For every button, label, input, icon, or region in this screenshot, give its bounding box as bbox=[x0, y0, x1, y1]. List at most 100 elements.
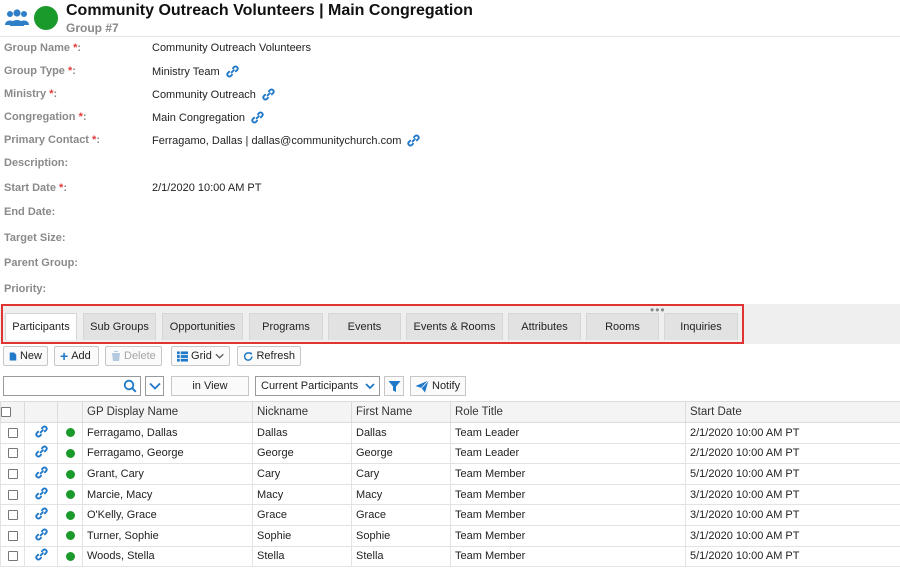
cell-start-date: 3/1/2020 10:00 AM PT bbox=[685, 504, 900, 526]
link-icon[interactable] bbox=[34, 466, 48, 479]
table-row[interactable]: Grant, Cary Cary Cary Team Member 5/1/2020 1… bbox=[0, 463, 900, 485]
row-checkbox[interactable] bbox=[7, 427, 18, 438]
in-view-button[interactable]: in View bbox=[171, 376, 249, 396]
start-date-value: 2/1/2020 10:00 AM PT bbox=[152, 182, 262, 194]
select-all-cell bbox=[0, 401, 25, 423]
column-header-nickname[interactable]: Nickname bbox=[252, 401, 352, 423]
row-link-cell bbox=[24, 463, 58, 485]
table-row[interactable]: Ferragamo, Dallas Dallas Dallas Team Leader… bbox=[0, 422, 900, 444]
row-checkbox[interactable] bbox=[7, 469, 18, 480]
status-dot bbox=[65, 490, 75, 500]
link-icon[interactable] bbox=[34, 487, 48, 500]
filter-icon bbox=[388, 380, 400, 392]
row-checkbox[interactable] bbox=[7, 551, 18, 562]
link-icon[interactable] bbox=[34, 425, 48, 438]
cell-first-name: Macy bbox=[351, 483, 451, 506]
column-header-start-date[interactable]: Start Date bbox=[685, 401, 900, 423]
add-button[interactable]: + Add bbox=[54, 346, 99, 366]
column-header-display-name[interactable]: GP Display Name bbox=[82, 401, 253, 423]
row-status-cell bbox=[57, 545, 83, 568]
cell-display-name: Ferragamo, Dallas bbox=[82, 422, 253, 444]
status-dot bbox=[65, 551, 75, 561]
new-button[interactable]: New bbox=[3, 346, 48, 366]
status-dot bbox=[65, 469, 75, 479]
search-options-dropdown[interactable] bbox=[145, 376, 164, 396]
cell-start-date: 3/1/2020 10:00 AM PT bbox=[685, 483, 900, 506]
cell-start-date: 2/1/2020 10:00 AM PT bbox=[685, 422, 900, 444]
status-dot bbox=[65, 510, 75, 520]
link-icon[interactable] bbox=[226, 65, 239, 78]
link-icon[interactable] bbox=[407, 134, 421, 147]
search-field[interactable] bbox=[3, 376, 141, 396]
row-status-cell bbox=[57, 442, 83, 465]
link-icon[interactable] bbox=[34, 548, 48, 561]
congregation-label: Congregation *: bbox=[4, 111, 87, 123]
status-dot bbox=[65, 428, 75, 438]
link-icon[interactable] bbox=[251, 111, 264, 124]
group-type-label: Group Type *: bbox=[4, 65, 76, 77]
grid-layout-button[interactable]: Grid bbox=[171, 346, 230, 366]
end-date-label: End Date: bbox=[4, 206, 56, 218]
cell-display-name: Woods, Stella bbox=[82, 545, 253, 568]
target-size-label: Target Size: bbox=[4, 232, 66, 244]
link-icon[interactable] bbox=[262, 88, 275, 101]
cell-start-date: 2/1/2020 10:00 AM PT bbox=[685, 442, 900, 465]
row-checkbox[interactable] bbox=[7, 448, 18, 459]
trash-icon bbox=[112, 351, 120, 361]
cell-first-name: Stella bbox=[351, 545, 451, 568]
cell-nickname: Dallas bbox=[252, 422, 352, 444]
cell-role-title: Team Member bbox=[450, 524, 686, 547]
link-icon[interactable] bbox=[34, 445, 48, 458]
cell-start-date: 3/1/2020 10:00 AM PT bbox=[685, 524, 900, 547]
row-select-cell bbox=[0, 545, 25, 568]
cell-role-title: Team Member bbox=[450, 504, 686, 526]
cell-nickname: Grace bbox=[252, 504, 352, 526]
cell-first-name: Sophie bbox=[351, 524, 451, 547]
table-row[interactable]: Ferragamo, George George George Team Leader… bbox=[0, 442, 900, 465]
grid-icon bbox=[177, 350, 189, 362]
cell-nickname: Stella bbox=[252, 545, 352, 568]
row-link-cell bbox=[24, 504, 58, 526]
chevron-down-icon bbox=[365, 383, 375, 390]
cell-start-date: 5/1/2020 10:00 AM PT bbox=[685, 463, 900, 485]
row-link-cell bbox=[24, 483, 58, 506]
ministry-label: Ministry *: bbox=[4, 88, 58, 100]
view-select[interactable]: Current Participants bbox=[255, 376, 380, 396]
row-checkbox[interactable] bbox=[7, 489, 18, 500]
search-icon[interactable] bbox=[123, 379, 137, 393]
chevron-down-icon bbox=[215, 353, 224, 359]
row-select-cell bbox=[0, 463, 25, 485]
congregation-value: Main Congregation bbox=[152, 111, 264, 124]
cell-role-title: Team Member bbox=[450, 463, 686, 485]
row-link-cell bbox=[24, 422, 58, 444]
cell-nickname: Cary bbox=[252, 463, 352, 485]
column-header-first-name[interactable]: First Name bbox=[351, 401, 451, 423]
cell-start-date: 5/1/2020 10:00 AM PT bbox=[685, 545, 900, 568]
search-input[interactable] bbox=[4, 377, 116, 395]
row-checkbox[interactable] bbox=[7, 530, 18, 541]
link-icon[interactable] bbox=[34, 528, 48, 541]
row-status-cell bbox=[57, 524, 83, 547]
notify-button[interactable]: Notify bbox=[410, 376, 466, 396]
start-date-label: Start Date *: bbox=[4, 182, 67, 194]
row-select-cell bbox=[0, 483, 25, 506]
cell-display-name: Marcie, Macy bbox=[82, 483, 253, 506]
cell-role-title: Team Leader bbox=[450, 442, 686, 465]
table-row[interactable]: O'Kelly, Grace Grace Grace Team Member 3/1/2… bbox=[0, 504, 900, 526]
column-header-role-title[interactable]: Role Title bbox=[450, 401, 686, 423]
link-icon[interactable] bbox=[34, 507, 48, 520]
cell-role-title: Team Leader bbox=[450, 422, 686, 444]
delete-button[interactable]: Delete bbox=[105, 346, 162, 366]
table-row[interactable]: Woods, Stella Stella Stella Team Member 5/1/… bbox=[0, 545, 900, 568]
select-all-checkbox[interactable] bbox=[1, 406, 11, 417]
cell-role-title: Team Member bbox=[450, 545, 686, 568]
table-row[interactable]: Marcie, Macy Macy Macy Team Member 3/1/2020 … bbox=[0, 483, 900, 506]
record-id: Group #7 bbox=[66, 21, 119, 35]
refresh-button[interactable]: Refresh bbox=[237, 346, 301, 366]
table-row[interactable]: Turner, Sophie Sophie Sophie Team Member 3/1… bbox=[0, 524, 900, 547]
plus-icon: + bbox=[60, 348, 69, 364]
status-column-header bbox=[57, 401, 83, 423]
row-checkbox[interactable] bbox=[7, 510, 18, 521]
filter-button[interactable] bbox=[384, 376, 404, 396]
parent-group-label: Parent Group: bbox=[4, 257, 78, 269]
